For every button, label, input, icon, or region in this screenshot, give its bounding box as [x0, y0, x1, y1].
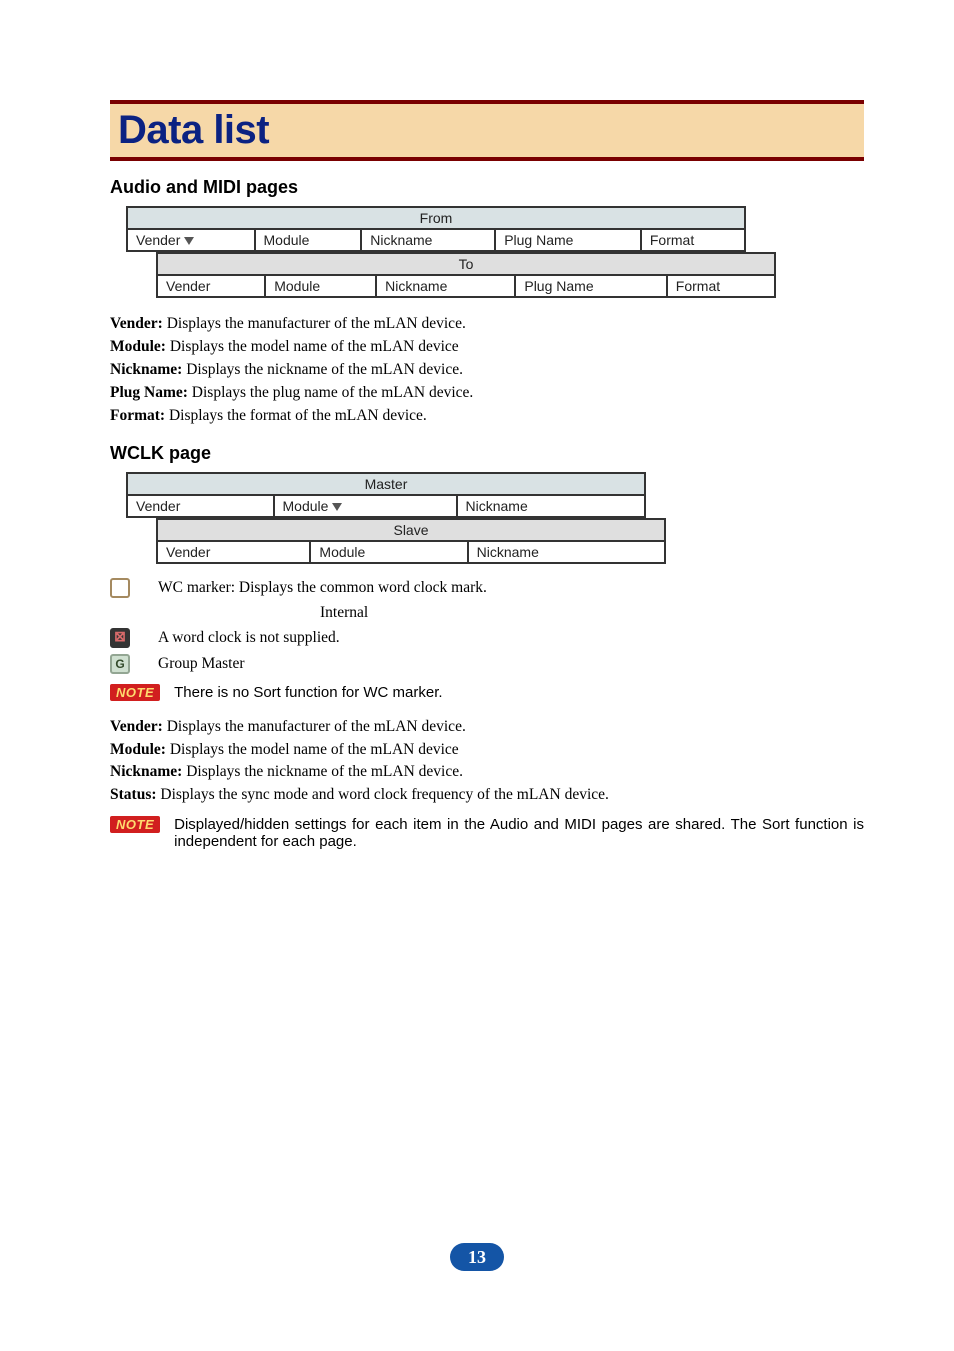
term: Nickname:: [110, 361, 182, 378]
legend-text: WC marker: Displays the common word cloc…: [158, 579, 487, 597]
defs-wclk: Vender: Displays the manufacturer of the…: [110, 717, 864, 807]
term: Vender:: [110, 718, 163, 735]
table-header[interactable]: Module: [265, 275, 376, 297]
desc: Displays the nickname of the mLAN device…: [186, 763, 463, 780]
note-badge: NOTE: [110, 816, 160, 833]
g-icon: G: [110, 654, 130, 674]
table-header[interactable]: Format: [667, 275, 775, 297]
table-header[interactable]: Vender: [127, 495, 274, 517]
table-header[interactable]: Nickname: [361, 229, 495, 251]
col-label: Vender: [136, 232, 180, 248]
page-title: Data list: [118, 108, 269, 152]
heading-wclk: WCLK page: [110, 443, 864, 464]
term: Vender:: [110, 315, 163, 332]
note-badge: NOTE: [110, 684, 160, 701]
from-header: From: [127, 207, 745, 229]
table-header[interactable]: Vender: [157, 275, 265, 297]
master-table: Master Vender Module Nickname: [126, 472, 646, 518]
table-header[interactable]: Module: [274, 495, 457, 517]
table-header[interactable]: Nickname: [457, 495, 645, 517]
desc: Displays the manufacturer of the mLAN de…: [167, 315, 466, 332]
term: Module:: [110, 338, 166, 355]
table-header[interactable]: Plug Name: [495, 229, 641, 251]
table-header[interactable]: Vender: [157, 541, 310, 563]
term: Plug Name:: [110, 384, 188, 401]
cross-icon: ⊠: [110, 628, 130, 648]
desc: Displays the nickname of the mLAN device…: [186, 361, 463, 378]
table-header[interactable]: Vender: [127, 229, 255, 251]
master-header: Master: [127, 473, 645, 495]
term: Format:: [110, 407, 165, 424]
desc: Displays the plug name of the mLAN devic…: [192, 384, 474, 401]
legend-text: A word clock is not supplied.: [158, 629, 340, 647]
to-header: To: [157, 253, 775, 275]
internal-label: Internal: [320, 604, 864, 622]
wc-marker-icon: [110, 578, 130, 598]
desc: Displays the sync mode and word clock fr…: [160, 786, 609, 803]
note-text: There is no Sort function for WC marker.: [174, 684, 442, 701]
sort-icon[interactable]: [184, 237, 194, 245]
table-header[interactable]: Format: [641, 229, 745, 251]
table-header[interactable]: Module: [255, 229, 362, 251]
page-number: 13: [450, 1243, 504, 1271]
sort-icon[interactable]: [332, 503, 342, 511]
note-text: Displayed/hidden settings for each item …: [174, 816, 864, 850]
defs-audio-midi: Vender: Displays the manufacturer of the…: [110, 314, 864, 427]
legend-text: Group Master: [158, 655, 245, 673]
table-header[interactable]: Nickname: [376, 275, 515, 297]
desc: Displays the manufacturer of the mLAN de…: [167, 718, 466, 735]
slave-table: Slave Vender Module Nickname: [156, 518, 666, 564]
table-header[interactable]: Module: [310, 541, 467, 563]
from-table: From Vender Module Nickname Plug Name Fo…: [126, 206, 746, 252]
slave-header: Slave: [157, 519, 665, 541]
term: Status:: [110, 786, 157, 803]
col-label: Module: [283, 498, 329, 514]
to-table: To Vender Module Nickname Plug Name Form…: [156, 252, 776, 298]
title-block: Data list: [110, 100, 864, 161]
desc: Displays the format of the mLAN device.: [169, 407, 427, 424]
desc: Displays the model name of the mLAN devi…: [170, 741, 459, 758]
term: Module:: [110, 741, 166, 758]
table-header[interactable]: Plug Name: [515, 275, 666, 297]
term: Nickname:: [110, 763, 182, 780]
legend-block: WC marker: Displays the common word cloc…: [110, 578, 864, 674]
desc: Displays the model name of the mLAN devi…: [170, 338, 459, 355]
table-header[interactable]: Nickname: [468, 541, 665, 563]
heading-audio-midi: Audio and MIDI pages: [110, 177, 864, 198]
